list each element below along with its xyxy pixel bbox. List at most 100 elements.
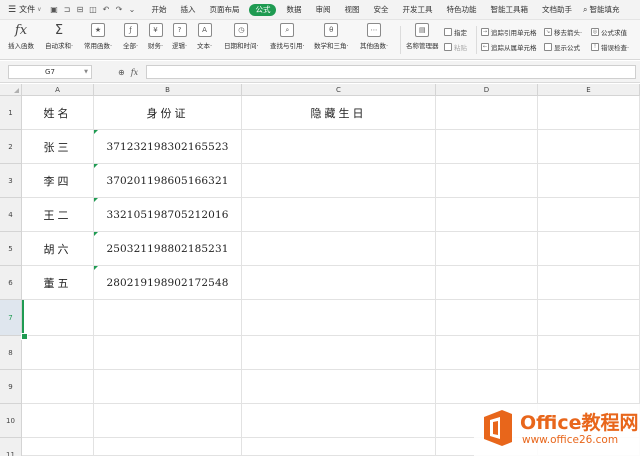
cell-e8[interactable]: [538, 336, 640, 370]
tab-data[interactable]: 数据: [279, 0, 308, 20]
remove-arrows-button[interactable]: ↘ 移去箭头·: [544, 27, 582, 37]
cell-d9[interactable]: [436, 370, 538, 404]
formula-eval-button[interactable]: ◎ 公式求值: [591, 27, 627, 37]
more-functions-button[interactable]: ⋯ 其他函数·: [360, 23, 388, 50]
cell-b1[interactable]: 身份证: [94, 96, 242, 130]
cell-c11[interactable]: [242, 438, 436, 456]
tab-smart-toolbox[interactable]: 智能工具箱: [483, 0, 535, 20]
row-header-5[interactable]: 5: [0, 232, 22, 266]
cell-e1[interactable]: [538, 96, 640, 130]
cell-e3[interactable]: [538, 164, 640, 198]
cell-c8[interactable]: [242, 336, 436, 370]
preview-icon[interactable]: ◫: [86, 5, 99, 14]
specify-button[interactable]: 指定: [444, 27, 467, 37]
cell-a10[interactable]: [22, 404, 94, 438]
tab-formulas[interactable]: 公式: [249, 3, 277, 16]
cell-d2[interactable]: [436, 130, 538, 164]
row-header-7[interactable]: 7: [0, 300, 22, 336]
cell-d4[interactable]: [436, 198, 538, 232]
cell-e9[interactable]: [538, 370, 640, 404]
cell-a11[interactable]: [22, 438, 94, 456]
cell-d1[interactable]: [436, 96, 538, 130]
name-box[interactable]: G7 ▼: [8, 65, 92, 79]
cell-c2[interactable]: [242, 130, 436, 164]
cell-b4[interactable]: 332105198705212016: [94, 198, 242, 232]
fx-icon[interactable]: fx: [131, 68, 138, 77]
tab-insert[interactable]: 插入: [173, 0, 202, 20]
cell-e4[interactable]: [538, 198, 640, 232]
chevron-down-icon[interactable]: ▼: [84, 66, 88, 78]
cell-a2[interactable]: 张三: [22, 130, 94, 164]
tab-security[interactable]: 安全: [366, 0, 395, 20]
tab-special[interactable]: 特色功能: [439, 0, 483, 20]
cell-a5[interactable]: 胡六: [22, 232, 94, 266]
cell-b5[interactable]: 250321198802185231: [94, 232, 242, 266]
cell-c10[interactable]: [242, 404, 436, 438]
cell-b6[interactable]: 280219198902172548: [94, 266, 242, 300]
cell-d3[interactable]: [436, 164, 538, 198]
all-functions-button[interactable]: ƒ 全部·: [123, 23, 138, 50]
tab-developer[interactable]: 开发工具: [395, 0, 439, 20]
cell-c4[interactable]: [242, 198, 436, 232]
row-header-4[interactable]: 4: [0, 198, 22, 232]
cell-c6[interactable]: [242, 266, 436, 300]
financial-button[interactable]: ¥ 财务·: [148, 23, 163, 50]
smart-fill-search[interactable]: ⌕ 智能填充: [583, 4, 619, 15]
cell-c5[interactable]: [242, 232, 436, 266]
row-header-8[interactable]: 8: [0, 336, 22, 370]
tab-view[interactable]: 视图: [337, 0, 366, 20]
cell-c9[interactable]: [242, 370, 436, 404]
row-header-6[interactable]: 6: [0, 266, 22, 300]
insert-function-button[interactable]: fx 插入函数: [8, 23, 34, 51]
trace-precedents-button[interactable]: → 追踪引用单元格: [481, 27, 537, 37]
cell-a6[interactable]: 董五: [22, 266, 94, 300]
cell-d7[interactable]: [436, 300, 538, 336]
cell-a7[interactable]: [22, 300, 94, 336]
cell-c1[interactable]: 隐藏生日: [242, 96, 436, 130]
print-icon[interactable]: ⊟: [73, 5, 86, 14]
zoom-icon[interactable]: ⊕: [118, 68, 125, 77]
cell-b7[interactable]: [94, 300, 242, 336]
cell-e7[interactable]: [538, 300, 640, 336]
tab-review[interactable]: 审阅: [308, 0, 337, 20]
cell-c7[interactable]: [242, 300, 436, 336]
cell-a8[interactable]: [22, 336, 94, 370]
row-header-3[interactable]: 3: [0, 164, 22, 198]
undo-icon[interactable]: ↶: [99, 5, 112, 14]
cell-a4[interactable]: 王二: [22, 198, 94, 232]
error-check-button[interactable]: ! 错误检查·: [591, 42, 629, 52]
text-button[interactable]: A 文本·: [197, 23, 212, 50]
formula-input[interactable]: [146, 65, 636, 79]
lookup-reference-button[interactable]: ⌕ 查找与引用·: [270, 23, 305, 50]
cell-a3[interactable]: 李四: [22, 164, 94, 198]
cell-e5[interactable]: [538, 232, 640, 266]
cell-b9[interactable]: [94, 370, 242, 404]
redo-icon[interactable]: ↷: [112, 5, 125, 14]
common-functions-button[interactable]: ★ 常用函数·: [84, 23, 112, 50]
tab-home[interactable]: 开始: [144, 0, 173, 20]
autosum-button[interactable]: Σ 自动求和·: [45, 23, 73, 51]
cell-b2[interactable]: 371232198302165523: [94, 130, 242, 164]
name-manager-button[interactable]: ▤ 名称管理器: [406, 23, 439, 50]
file-menu[interactable]: ☰ 文件 ∨: [0, 0, 47, 20]
tab-page-layout[interactable]: 页面布局: [202, 0, 246, 20]
cell-b10[interactable]: [94, 404, 242, 438]
tab-doc-assistant[interactable]: 文档助手: [535, 0, 579, 20]
cell-c3[interactable]: [242, 164, 436, 198]
cell-b11[interactable]: [94, 438, 242, 456]
cell-e2[interactable]: [538, 130, 640, 164]
customize-icon[interactable]: ⌄: [125, 5, 138, 14]
cell-d6[interactable]: [436, 266, 538, 300]
column-header-a[interactable]: A: [22, 84, 94, 96]
cell-b3[interactable]: 370201198605166321: [94, 164, 242, 198]
open-icon[interactable]: ⊐: [60, 5, 73, 14]
paste-button[interactable]: 粘贴: [444, 42, 467, 52]
column-header-b[interactable]: B: [94, 84, 242, 96]
row-header-10[interactable]: 10: [0, 404, 22, 438]
math-trig-button[interactable]: θ 数学和三角·: [314, 23, 349, 50]
cell-d8[interactable]: [436, 336, 538, 370]
logical-button[interactable]: ? 逻辑·: [172, 23, 187, 50]
column-header-e[interactable]: E: [538, 84, 640, 96]
select-all-corner[interactable]: [0, 84, 22, 96]
cell-d5[interactable]: [436, 232, 538, 266]
